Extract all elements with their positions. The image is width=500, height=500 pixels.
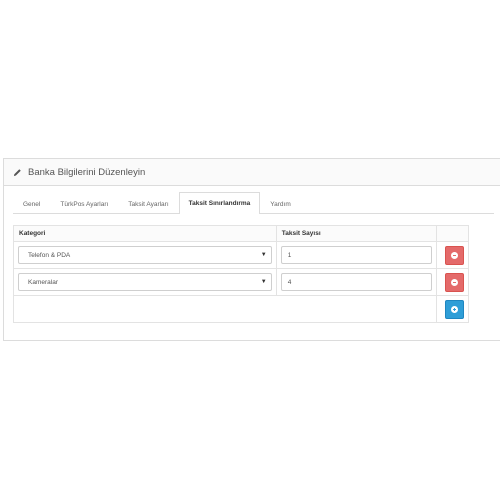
caret-down-icon: ▼ xyxy=(260,252,267,258)
caret-down-icon: ▼ xyxy=(260,279,267,285)
table-header-row: Kategori Taksit Sayısı xyxy=(13,225,470,242)
pencil-icon xyxy=(13,168,21,176)
minus-circle-icon xyxy=(450,251,458,259)
installment-count-input[interactable]: 1 xyxy=(280,246,432,264)
plus-circle-icon xyxy=(450,305,458,313)
category-select-value: Telefon & PDA xyxy=(28,251,71,259)
remove-row-button[interactable] xyxy=(444,245,464,265)
remove-row-button[interactable] xyxy=(444,272,464,292)
add-row-button[interactable] xyxy=(444,299,464,319)
column-header-installments: Taksit Sayısı xyxy=(275,225,437,242)
tab-installment-limits[interactable]: Taksit Sınırlandırma xyxy=(178,192,261,214)
category-select[interactable]: Telefon & PDA ▼ xyxy=(18,246,272,264)
category-select-value: Kameralar xyxy=(28,278,58,286)
tab-installment-settings[interactable]: Taksit Ayarları xyxy=(118,194,178,214)
tab-genel[interactable]: Genel xyxy=(13,194,50,214)
minus-circle-icon xyxy=(450,278,458,286)
installment-limit-table: Kategori Taksit Sayısı Telefon & PDA ▼ 1 xyxy=(13,225,470,323)
table-row: Telefon & PDA ▼ 1 xyxy=(13,241,470,269)
table-footer-row xyxy=(13,295,470,323)
category-select[interactable]: Kameralar ▼ xyxy=(18,273,272,291)
tab-turkpos-settings[interactable]: TürkPos Ayarları xyxy=(50,194,118,214)
panel-heading: Banka Bilgilerini Düzenleyin xyxy=(4,159,500,186)
edit-bank-panel: Banka Bilgilerini Düzenleyin Genel TürkP… xyxy=(3,158,500,341)
tab-bar: Genel TürkPos Ayarları Taksit Ayarları T… xyxy=(13,192,494,214)
column-header-actions xyxy=(435,225,470,242)
column-header-category: Kategori xyxy=(13,225,277,242)
installment-count-input[interactable]: 4 xyxy=(280,273,432,291)
panel-title: Banka Bilgilerini Düzenleyin xyxy=(28,166,146,178)
tab-help[interactable]: Yardım xyxy=(260,194,300,214)
table-row: Kameralar ▼ 4 xyxy=(13,268,470,296)
